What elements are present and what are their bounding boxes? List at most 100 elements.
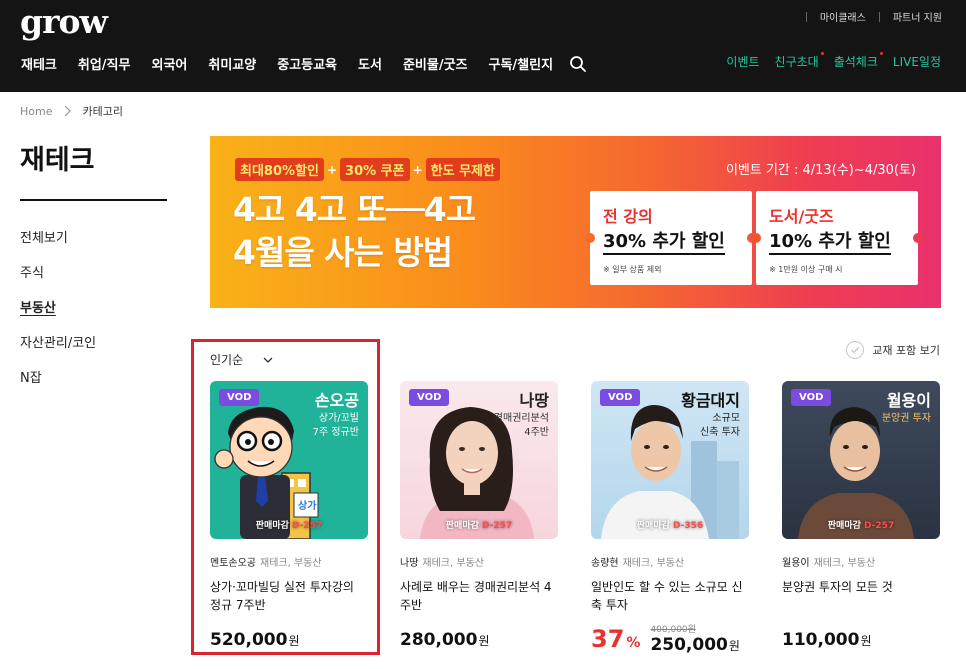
deadline-label: 판매마감: [827, 521, 861, 531]
course-card[interactable]: VOD 나땅 경매권리분석 4주반 판매마감 D-257 나땅 재테크, 부동산 …: [400, 381, 558, 650]
main-nav: 재테크 취업/직무 외국어 취미교양 중고등교육 도서 준비물/굿즈 구독/챌린…: [21, 54, 587, 73]
thumb-instructor-name: 나땅: [519, 391, 549, 410]
nav-attendance[interactable]: 출석체크: [833, 52, 883, 70]
course-thumbnail[interactable]: VOD 월용이 분양권 투자 판매마감 D-257: [782, 381, 940, 539]
sale-deadline: 판매마감 D-257: [782, 518, 940, 531]
instructor-name: 월용이: [782, 558, 810, 569]
include-textbook-toggle[interactable]: 교재 포함 보기: [846, 341, 940, 359]
nav-item-hobby[interactable]: 취미교양: [208, 54, 256, 73]
sidebar-item-stocks[interactable]: 주식: [20, 262, 96, 281]
course-thumbnail[interactable]: VOD 나땅 경매권리분석 4주반 판매마감 D-257: [400, 381, 558, 539]
sort-dropdown[interactable]: 인기순: [210, 351, 273, 368]
nav-item-language[interactable]: 외국어: [151, 54, 187, 73]
currency-unit: 원: [728, 639, 740, 653]
vod-badge: VOD: [791, 389, 832, 406]
promo-tags: 최대80%할인 + 30% 쿠폰 + 한도 무제한: [235, 158, 500, 181]
sale-deadline: 판매마감 D-257: [400, 518, 558, 531]
plus-icon: +: [326, 162, 338, 177]
sort-label: 인기순: [210, 353, 244, 367]
thumb-subtitle-line: 신축 투자: [700, 427, 740, 438]
deadline-label: 판매마감: [445, 521, 479, 531]
course-price: 280,000원: [400, 630, 558, 650]
grow-logo[interactable]: grow: [20, 2, 108, 41]
utility-links: 마이클래스 파트너 지원: [793, 9, 942, 24]
discount-value: 37: [591, 625, 625, 653]
sale-deadline: 판매마감 D-257: [210, 518, 368, 531]
course-meta: 송량현 재테크, 부동산: [591, 554, 749, 569]
instructor-name: 나땅: [400, 558, 419, 569]
course-price: 250,000원: [650, 635, 739, 655]
nav-item-investing[interactable]: 재테크: [21, 54, 57, 73]
course-thumbnail[interactable]: 상가 VOD 손오공 상가/꼬빌 7주 정규반 판매마감 D-257: [210, 381, 368, 539]
d-day-count: D-257: [292, 521, 323, 531]
instructor-name: 송량현: [591, 558, 619, 569]
vod-badge: VOD: [600, 389, 641, 406]
thumb-subtitle-line: 소규모: [712, 413, 740, 424]
my-class-link[interactable]: 마이클래스: [820, 9, 866, 24]
course-meta: 월용이 재테크, 부동산: [782, 554, 940, 569]
promo-tag: 최대80%할인: [235, 158, 324, 181]
search-icon[interactable]: [569, 55, 587, 73]
thumb-subtitle-line: 경매권리분석: [493, 413, 549, 424]
nav-event-label: 이벤트: [726, 55, 760, 69]
nav-item-school[interactable]: 중고등교육: [277, 54, 337, 73]
chevron-down-icon: [263, 357, 273, 363]
sale-deadline: 판매마감 D-356: [591, 518, 749, 531]
event-banner[interactable]: 최대80%할인 + 30% 쿠폰 + 한도 무제한 4고 4고 또──4고 4월…: [210, 136, 941, 308]
nav-item-books[interactable]: 도서: [358, 54, 382, 73]
svg-text:상가: 상가: [298, 499, 317, 512]
percent-sign: %: [626, 635, 641, 651]
course-category: 재테크, 부동산: [422, 558, 484, 569]
sidebar-item-asset-coin[interactable]: 자산관리/코인: [20, 332, 96, 351]
nav-live-label: LIVE일정: [892, 55, 941, 69]
sidebar-item-real-estate[interactable]: 부동산: [20, 297, 96, 316]
divider: [805, 11, 807, 22]
page-title: 재테크: [20, 145, 95, 176]
course-card[interactable]: VOD 월용이 분양권 투자 판매마감 D-257 월용이 재테크, 부동산 분양…: [782, 381, 940, 650]
course-title[interactable]: 일반인도 할 수 있는 소규모 신축 투자: [591, 578, 749, 614]
course-meta: 나땅 재테크, 부동산: [400, 554, 558, 569]
course-card[interactable]: VOD 황금대지 소규모 신축 투자 판매마감 D-356 송량현 재테크, 부동…: [591, 381, 749, 655]
nav-item-career[interactable]: 취업/직무: [78, 54, 131, 73]
price-value: 250,000: [650, 635, 728, 655]
original-price: 400,000원: [650, 625, 696, 635]
course-title[interactable]: 상가·꼬마빌딩 실전 투자강의 정규 7주반: [210, 578, 368, 614]
course-category: 재테크, 부동산: [260, 558, 322, 569]
d-day-count: D-257: [482, 521, 513, 531]
course-title[interactable]: 분양권 투자의 모든 것: [782, 578, 940, 614]
partner-support-link[interactable]: 파트너 지원: [893, 9, 942, 24]
price-value: 280,000: [400, 630, 478, 650]
sidebar-item-all[interactable]: 전체보기: [20, 227, 96, 246]
nav-event[interactable]: 이벤트: [726, 53, 759, 70]
course-category: 재테크, 부동산: [622, 558, 685, 569]
currency-unit: 원: [288, 634, 300, 648]
course-card[interactable]: 상가 VOD 손오공 상가/꼬빌 7주 정규반 판매마감 D-257 멘토손오공…: [210, 381, 368, 650]
thumb-subtitle-line: 4주반: [524, 427, 549, 438]
nav-invite-friend[interactable]: 친구초대: [775, 52, 824, 70]
price-value: 110,000: [782, 630, 860, 650]
nav-item-goods[interactable]: 준비물/굿즈: [403, 54, 468, 73]
thumb-subtitle: 소규모 신축 투자: [700, 412, 740, 440]
course-title[interactable]: 사례로 배우는 경매권리분석 4주반: [400, 578, 558, 614]
headline-line-1: 4고 4고 또──4고: [233, 190, 476, 229]
course-thumbnail[interactable]: VOD 황금대지 소규모 신축 투자 판매마감 D-356: [591, 381, 749, 539]
price-group: 400,000원 250,000원: [650, 622, 739, 655]
thumb-instructor-name: 월용이: [886, 391, 931, 410]
breadcrumb-current: 카테고리: [82, 105, 123, 118]
thumb-instructor-name: 손오공: [314, 391, 359, 410]
deadline-label: 판매마감: [255, 521, 289, 531]
thumb-subtitle: 분양권 투자: [882, 412, 931, 426]
course-price: 520,000원: [210, 630, 368, 650]
nav-attendance-label: 출석체크: [833, 55, 878, 69]
sidebar-item-side-job[interactable]: N잡: [20, 367, 96, 386]
vod-badge: VOD: [409, 389, 450, 406]
toggle-label: 교재 포함 보기: [872, 344, 940, 357]
deadline-label: 판매마감: [636, 521, 670, 531]
breadcrumb-home[interactable]: Home: [20, 105, 52, 118]
nav-item-subscription[interactable]: 구독/챌린지: [489, 54, 554, 73]
currency-unit: 원: [478, 634, 490, 648]
thumb-instructor-name: 황금대지: [681, 391, 740, 410]
category-menu: 전체보기 주식 부동산 자산관리/코인 N잡: [20, 227, 96, 402]
currency-unit: 원: [860, 634, 872, 648]
nav-live-schedule[interactable]: LIVE일정: [893, 53, 941, 70]
